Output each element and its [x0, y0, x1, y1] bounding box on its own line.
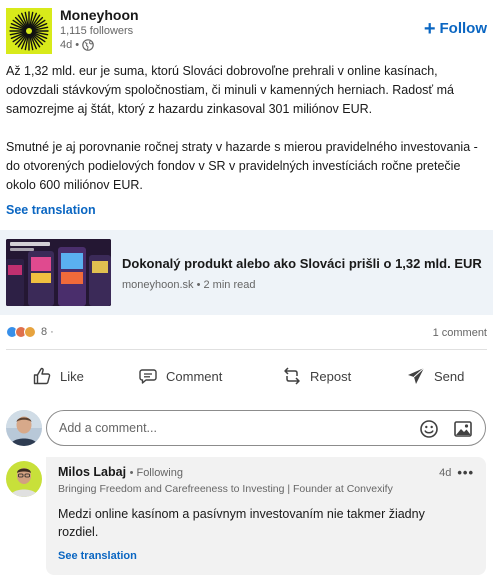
post-paragraph-1: Až 1,32 mld. eur je suma, ktorú Slováci … [6, 64, 454, 116]
commenter-name[interactable]: Milos Labaj [58, 465, 126, 479]
image-icon[interactable] [453, 419, 473, 439]
action-bar: Like Comment Repost Send [0, 358, 493, 394]
send-button[interactable]: Send [406, 358, 464, 394]
comment-meta: 4d ••• [439, 465, 474, 480]
slot-machines-image [6, 239, 111, 306]
comment-label: Comment [166, 368, 223, 384]
follower-count: 1,115 followers [60, 25, 134, 37]
repost-button[interactable]: Repost [282, 358, 351, 394]
author-name[interactable]: Moneyhoon [60, 7, 139, 23]
commenter-name-row: Milos Labaj • Following [58, 465, 183, 479]
divider [6, 349, 487, 350]
current-user-avatar [6, 410, 42, 446]
send-label: Send [434, 368, 465, 384]
plus-icon: + [423, 17, 436, 40]
company-logo[interactable] [6, 8, 52, 54]
speech-bubble-icon [139, 369, 157, 384]
article-source: moneyhoon.sk • 2 min read [122, 279, 256, 291]
globe-icon [82, 39, 94, 51]
slot-machines-icon [6, 239, 111, 306]
commenter-avatar-icon [6, 461, 42, 497]
emoji-icon[interactable] [419, 419, 439, 439]
repost-icon [284, 367, 300, 385]
comment-input[interactable]: Add a comment... [46, 410, 486, 446]
commenter-avatar[interactable] [6, 461, 42, 497]
post-header: Moneyhoon 1,115 followers 4d • + Follow [6, 4, 489, 56]
article-title[interactable]: Dokonalý produkt alebo ako Slováci prišl… [122, 256, 482, 271]
reactions-summary[interactable]: 8 · [6, 326, 54, 338]
post-paragraph-2: Smutné je aj porovnanie ročnej straty v … [6, 140, 478, 192]
sunburst-logo-icon [6, 8, 52, 54]
comment-text: Medzi online kasínom a pasívnym investov… [58, 507, 425, 539]
repost-label: Repost [310, 368, 352, 384]
post-body: Až 1,32 mld. eur je suma, ktorú Slováci … [6, 62, 486, 214]
insightful-reaction-icon [24, 326, 36, 338]
comment-composer: Add a comment... [0, 408, 493, 450]
following-badge: • Following [129, 467, 183, 479]
comment-bubble: Milos Labaj • Following Bringing Freedom… [46, 457, 486, 575]
comment-age: 4d [439, 466, 452, 479]
user-avatar-icon [6, 410, 42, 446]
post-meta: 4d • [60, 39, 94, 51]
like-label: Like [60, 368, 84, 384]
paper-plane-icon [408, 367, 425, 384]
thumbs-up-icon [33, 367, 51, 385]
more-options-icon[interactable]: ••• [457, 465, 474, 480]
see-translation-link[interactable]: See translation [6, 203, 96, 217]
article-preview[interactable]: Dokonalý produkt alebo ako Slováci prišl… [0, 230, 493, 315]
comment-item: Milos Labaj • Following Bringing Freedom… [0, 457, 493, 577]
comments-count[interactable]: 1 comment [433, 327, 487, 339]
like-button[interactable]: Like [32, 358, 84, 394]
reaction-count: 8 · [41, 326, 54, 338]
comment-see-translation-link[interactable]: See translation [58, 550, 137, 562]
follow-label: Follow [439, 20, 488, 37]
comment-placeholder: Add a comment... [59, 421, 157, 435]
post-age: 4d • [60, 39, 80, 51]
follow-button[interactable]: + Follow [423, 17, 488, 40]
comment-button[interactable]: Comment [138, 358, 222, 394]
social-counts: 8 · 1 comment [6, 325, 487, 343]
commenter-headline: Bringing Freedom and Carefreeness to Inv… [58, 483, 393, 495]
